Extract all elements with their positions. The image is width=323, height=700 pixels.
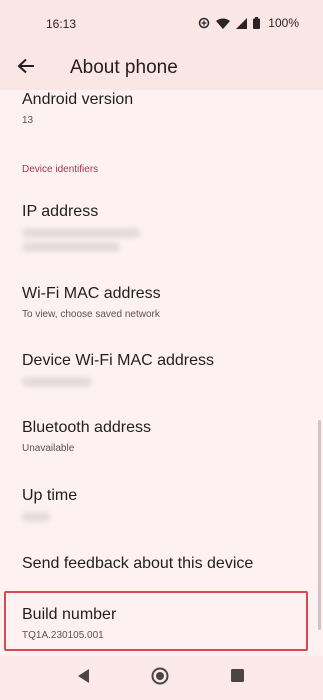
status-time: 16:13	[46, 17, 77, 31]
pref-ip-address[interactable]: IP address	[22, 202, 302, 252]
nav-home-button[interactable]	[150, 667, 170, 690]
blurred-value	[22, 242, 120, 252]
blurred-value	[22, 377, 92, 387]
page-title: About phone	[70, 57, 178, 78]
nav-back-icon	[78, 668, 90, 688]
settings-list[interactable]: Android version 13 Device identifiers IP…	[0, 90, 323, 656]
battery-icon	[253, 17, 261, 29]
pref-send-feedback[interactable]: Send feedback about this device	[22, 554, 302, 574]
wifi-icon	[216, 18, 231, 29]
pref-title: Send feedback about this device	[22, 555, 254, 572]
pref-title: Android version	[22, 91, 134, 108]
blurred-value	[22, 512, 50, 522]
pref-up-time[interactable]: Up time	[22, 486, 302, 522]
pref-device-wifi-mac-address[interactable]: Device Wi-Fi MAC address	[22, 351, 302, 387]
navigation-bar	[0, 656, 323, 700]
scrollbar[interactable]	[318, 420, 321, 630]
blurred-value	[22, 228, 140, 238]
pref-title: Device Wi-Fi MAC address	[22, 352, 215, 369]
pref-bluetooth-address[interactable]: Bluetooth address Unavailable	[22, 418, 302, 455]
back-arrow-icon	[17, 58, 35, 79]
pref-title: Up time	[22, 487, 78, 504]
nav-back-button[interactable]	[74, 668, 94, 688]
nav-recents-icon	[230, 669, 244, 687]
battery-percent: 100%	[268, 16, 299, 30]
back-button[interactable]	[12, 54, 40, 82]
pref-title: IP address	[22, 203, 99, 220]
pref-title: Wi-Fi MAC address	[22, 285, 161, 302]
pref-summary: Unavailable	[22, 443, 75, 454]
pref-title: Bluetooth address	[22, 419, 151, 436]
section-header-device-identifiers: Device identifiers	[22, 164, 99, 175]
status-bar: 16:13 100%	[0, 0, 323, 46]
pref-android-version[interactable]: Android version 13	[22, 90, 302, 127]
data-saver-icon	[198, 17, 210, 29]
build-number-highlight-box	[4, 591, 308, 651]
status-icons: 100%	[198, 16, 299, 30]
nav-home-icon	[151, 667, 169, 690]
signal-icon	[236, 17, 248, 29]
pref-summary: To view, choose saved network	[22, 309, 160, 320]
pref-wifi-mac-address[interactable]: Wi-Fi MAC address To view, choose saved …	[22, 284, 302, 321]
nav-recents-button[interactable]	[227, 668, 247, 688]
app-bar: About phone	[0, 46, 323, 90]
pref-summary: 13	[22, 115, 34, 126]
